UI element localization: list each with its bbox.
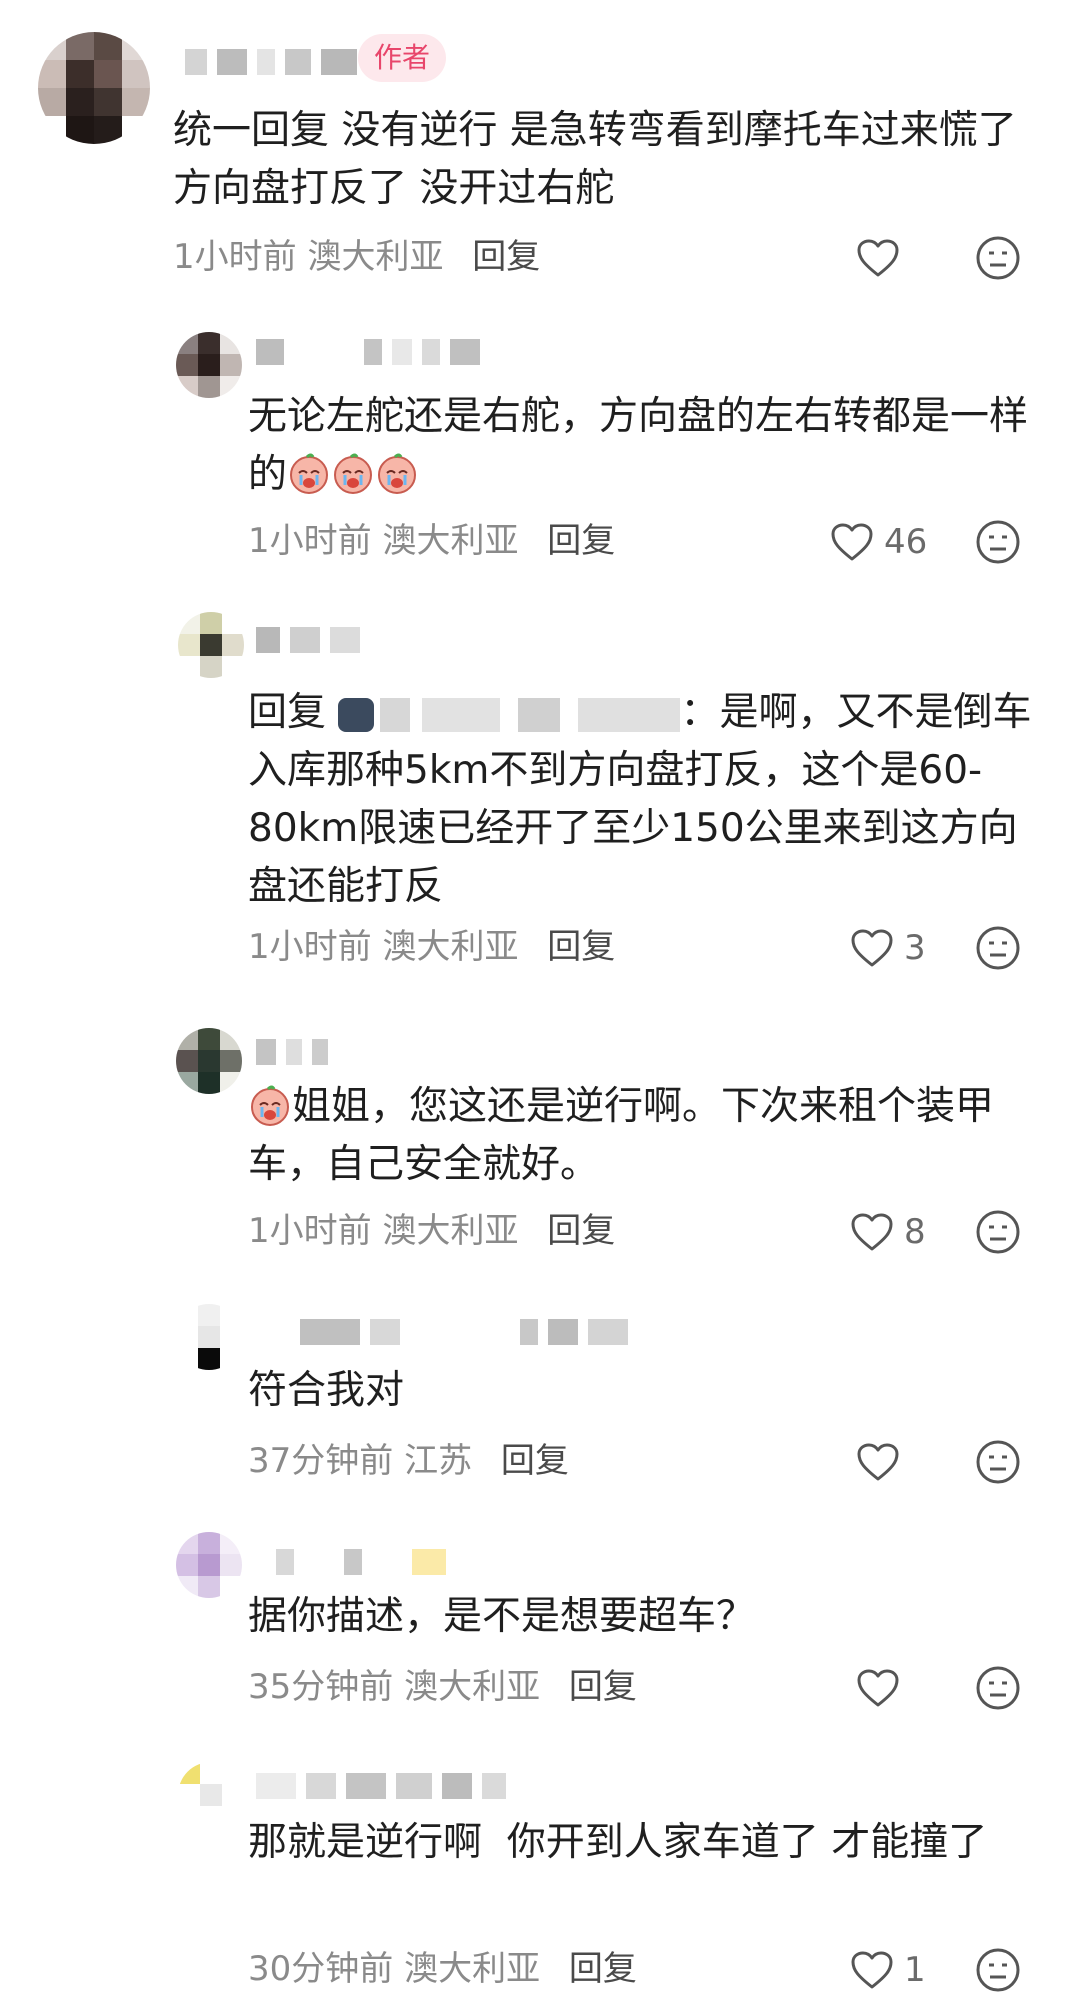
avatar[interactable] bbox=[178, 612, 244, 678]
comment-text: 无论左舵还是右舵，方向盘的左右转都是一样的 bbox=[248, 388, 1038, 504]
camera-avatar-icon bbox=[338, 697, 375, 732]
comment-text: 那就是逆行啊 你开到人家车道了 才能撞了 bbox=[248, 1820, 988, 1865]
avatar[interactable] bbox=[178, 1762, 244, 1828]
avatar[interactable] bbox=[176, 1532, 242, 1598]
mention-username-blurred[interactable] bbox=[380, 697, 681, 732]
comment-meta: 35分钟前 澳大利亚 回复 bbox=[248, 1662, 637, 1712]
username-blurred[interactable] bbox=[256, 1768, 506, 1804]
comment-item: 姐姐，您这还是逆行啊。下次来租个装甲车，自己安全就好。 1小时前 澳大利亚 回复… bbox=[0, 1020, 1080, 1290]
heart-icon bbox=[857, 239, 899, 277]
comment-item: 据你描述，是不是想要超车？ 35分钟前 澳大利亚 回复 bbox=[0, 1530, 1080, 1730]
dislike-face-icon[interactable] bbox=[974, 924, 1022, 972]
like-button[interactable]: 46 bbox=[830, 512, 927, 572]
reply-button[interactable]: 回复 bbox=[547, 521, 615, 561]
comment-meta: 1小时前 澳大利亚 回复 bbox=[248, 516, 615, 566]
comment-item: 回复 ：是啊，又不是倒车入库那种5km不到方向盘打反，这个是60-80km限速已… bbox=[0, 600, 1080, 1000]
like-count: 3 bbox=[904, 928, 926, 968]
comment-meta: 1小时前 澳大利亚 回复 bbox=[248, 922, 615, 972]
comment-location: 澳大利亚 bbox=[307, 237, 444, 277]
username-blurred[interactable] bbox=[300, 1314, 628, 1350]
author-badge: 作者 bbox=[358, 34, 447, 82]
username-blurred[interactable] bbox=[185, 44, 357, 80]
dislike-face-icon[interactable] bbox=[974, 1208, 1022, 1256]
like-button[interactable]: 8 bbox=[850, 1202, 926, 1262]
heart-icon bbox=[857, 1443, 899, 1481]
reply-prefix: 回复 bbox=[248, 690, 327, 735]
comment-time: 35分钟前 bbox=[248, 1667, 394, 1707]
comment-time: 1小时前 bbox=[248, 927, 372, 967]
username-blurred[interactable] bbox=[276, 1544, 446, 1580]
comment-meta: 1小时前 澳大利亚 回复 bbox=[173, 232, 540, 282]
comment-text: 统一回复 没有逆行 是急转弯看到摩托车过来慌了方向盘打反了 没开过右舵 bbox=[173, 108, 1017, 211]
avatar[interactable] bbox=[176, 332, 242, 398]
crying-emoji bbox=[290, 453, 329, 494]
comment-text: 据你描述，是不是想要超车？ bbox=[248, 1594, 756, 1639]
reply-button[interactable]: 回复 bbox=[472, 237, 540, 277]
comment-location: 澳大利亚 bbox=[382, 1211, 519, 1251]
reply-button[interactable]: 回复 bbox=[569, 1667, 637, 1707]
username-blurred[interactable] bbox=[256, 334, 480, 370]
reply-button[interactable]: 回复 bbox=[547, 927, 615, 967]
avatar[interactable] bbox=[176, 1028, 242, 1094]
comment-time: 30分钟前 bbox=[248, 1949, 394, 1989]
heart-icon bbox=[831, 523, 873, 561]
comment-time: 37分钟前 bbox=[248, 1441, 394, 1481]
like-button[interactable]: 3 bbox=[850, 918, 926, 978]
comment-meta: 37分钟前 江苏 回复 bbox=[248, 1436, 569, 1486]
comment-text: 符合我对 bbox=[248, 1368, 405, 1413]
like-button[interactable]: 1 bbox=[850, 1940, 926, 2000]
comment-location: 澳大利亚 bbox=[382, 927, 519, 967]
comment-text: 姐姐，您这还是逆行啊。下次来租个装甲车，自己安全就好。 bbox=[248, 1078, 1038, 1194]
comment-time: 1小时前 bbox=[173, 237, 297, 277]
comment-meta: 1小时前 澳大利亚 回复 bbox=[248, 1206, 615, 1256]
comment-location: 澳大利亚 bbox=[382, 521, 519, 561]
comment-location: 江苏 bbox=[404, 1441, 473, 1481]
avatar[interactable] bbox=[176, 1304, 242, 1370]
like-button[interactable] bbox=[856, 1658, 910, 1718]
dislike-face-icon[interactable] bbox=[974, 1664, 1022, 1712]
comment-item: 无论左舵还是右舵，方向盘的左右转都是一样的 1小时前 澳大利亚 回复 46 bbox=[0, 320, 1080, 590]
avatar[interactable] bbox=[38, 32, 150, 144]
comment-location: 澳大利亚 bbox=[404, 1949, 541, 1989]
comment-time: 1小时前 bbox=[248, 521, 372, 561]
crying-emoji bbox=[251, 1085, 289, 1126]
comment-item: 符合我对 37分钟前 江苏 回复 bbox=[0, 1300, 1080, 1500]
comment-item: 那就是逆行啊 你开到人家车道了 才能撞了 30分钟前 澳大利亚 回复 1 bbox=[0, 1760, 1080, 2015]
reply-button[interactable]: 回复 bbox=[547, 1211, 615, 1251]
username-blurred[interactable] bbox=[256, 1034, 328, 1070]
crying-emoji bbox=[378, 453, 417, 494]
heart-icon bbox=[851, 929, 893, 967]
username-blurred[interactable] bbox=[256, 622, 360, 658]
like-count: 8 bbox=[904, 1212, 926, 1252]
like-button[interactable] bbox=[856, 228, 910, 288]
comment-text-body: 姐姐，您这还是逆行啊。下次来租个装甲车，自己安全就好。 bbox=[248, 1084, 995, 1187]
like-count: 1 bbox=[904, 1950, 926, 1990]
dislike-face-icon[interactable] bbox=[974, 1438, 1022, 1486]
comment-item: 作者 统一回复 没有逆行 是急转弯看到摩托车过来慌了方向盘打反了 没开过右舵 1… bbox=[0, 0, 1080, 300]
dislike-face-icon[interactable] bbox=[974, 1946, 1022, 1994]
heart-icon bbox=[851, 1951, 893, 1989]
comment-location: 澳大利亚 bbox=[404, 1667, 541, 1707]
comment-meta: 30分钟前 澳大利亚 回复 bbox=[248, 1944, 637, 1994]
like-button[interactable] bbox=[856, 1432, 910, 1492]
reply-separator: ： bbox=[680, 690, 720, 735]
heart-icon bbox=[857, 1669, 899, 1707]
dislike-face-icon[interactable] bbox=[974, 234, 1022, 282]
crying-emoji bbox=[334, 453, 373, 494]
reply-button[interactable]: 回复 bbox=[501, 1441, 569, 1481]
comment-time: 1小时前 bbox=[248, 1211, 372, 1251]
heart-icon bbox=[851, 1213, 893, 1251]
dislike-face-icon[interactable] bbox=[974, 518, 1022, 566]
reply-button[interactable]: 回复 bbox=[569, 1949, 637, 1989]
comment-text: 回复 ：是啊，又不是倒车入库那种5km不到方向盘打反，这个是60-80km限速已… bbox=[248, 684, 1038, 916]
like-count: 46 bbox=[884, 522, 928, 562]
